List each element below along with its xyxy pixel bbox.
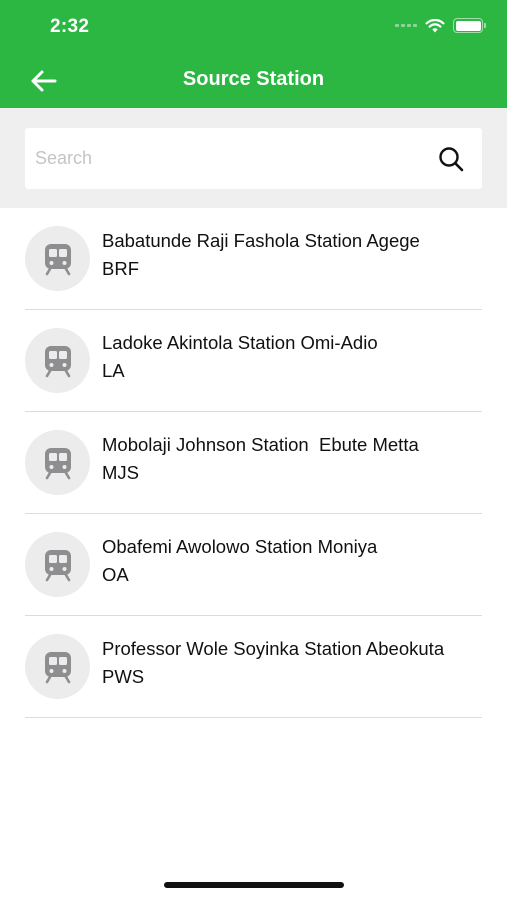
train-icon	[44, 651, 71, 683]
app-header: 2:32 Source Station	[0, 0, 507, 108]
search-section	[0, 108, 507, 208]
wifi-icon	[425, 18, 445, 33]
status-time: 2:32	[50, 16, 90, 37]
station-list-item[interactable]: Professor Wole Soyinka Station Abeokuta …	[0, 616, 507, 718]
station-avatar	[25, 328, 90, 393]
status-icons	[395, 18, 486, 33]
station-code: MJS	[102, 462, 139, 483]
train-icon	[44, 549, 71, 581]
train-icon	[44, 447, 71, 479]
station-list: Babatunde Raji Fashola Station Agege BRF…	[0, 208, 507, 718]
cellular-signal-icon	[395, 24, 417, 27]
station-code: PWS	[102, 666, 145, 687]
train-icon	[44, 243, 71, 275]
station-avatar	[25, 634, 90, 699]
station-code: OA	[102, 564, 129, 585]
station-name: Obafemi Awolowo Station Moniya	[102, 536, 378, 557]
station-code: LA	[102, 360, 125, 381]
station-name: Professor Wole Soyinka Station Abeokuta	[102, 638, 445, 659]
home-indicator	[164, 882, 344, 888]
train-icon	[44, 345, 71, 377]
station-name: Mobolaji Johnson Station Ebute Metta	[102, 434, 419, 455]
page-title: Source Station	[182, 68, 325, 90]
station-list-item[interactable]: Babatunde Raji Fashola Station Agege BRF	[0, 208, 507, 310]
station-list-item[interactable]: Ladoke Akintola Station Omi-Adio LA	[0, 310, 507, 412]
divider	[25, 717, 482, 718]
station-avatar	[25, 226, 90, 291]
search-input[interactable]	[35, 128, 425, 189]
station-list-item[interactable]: Mobolaji Johnson Station Ebute Metta MJS	[0, 412, 507, 514]
search-box[interactable]	[25, 128, 482, 189]
station-list-item[interactable]: Obafemi Awolowo Station Moniya OA	[0, 514, 507, 616]
station-avatar	[25, 430, 90, 495]
battery-icon	[453, 18, 486, 33]
station-code: BRF	[102, 258, 139, 279]
search-icon[interactable]	[438, 146, 464, 172]
station-name: Babatunde Raji Fashola Station Agege	[102, 230, 420, 251]
station-name: Ladoke Akintola Station Omi-Adio	[102, 332, 378, 353]
station-avatar	[25, 532, 90, 597]
